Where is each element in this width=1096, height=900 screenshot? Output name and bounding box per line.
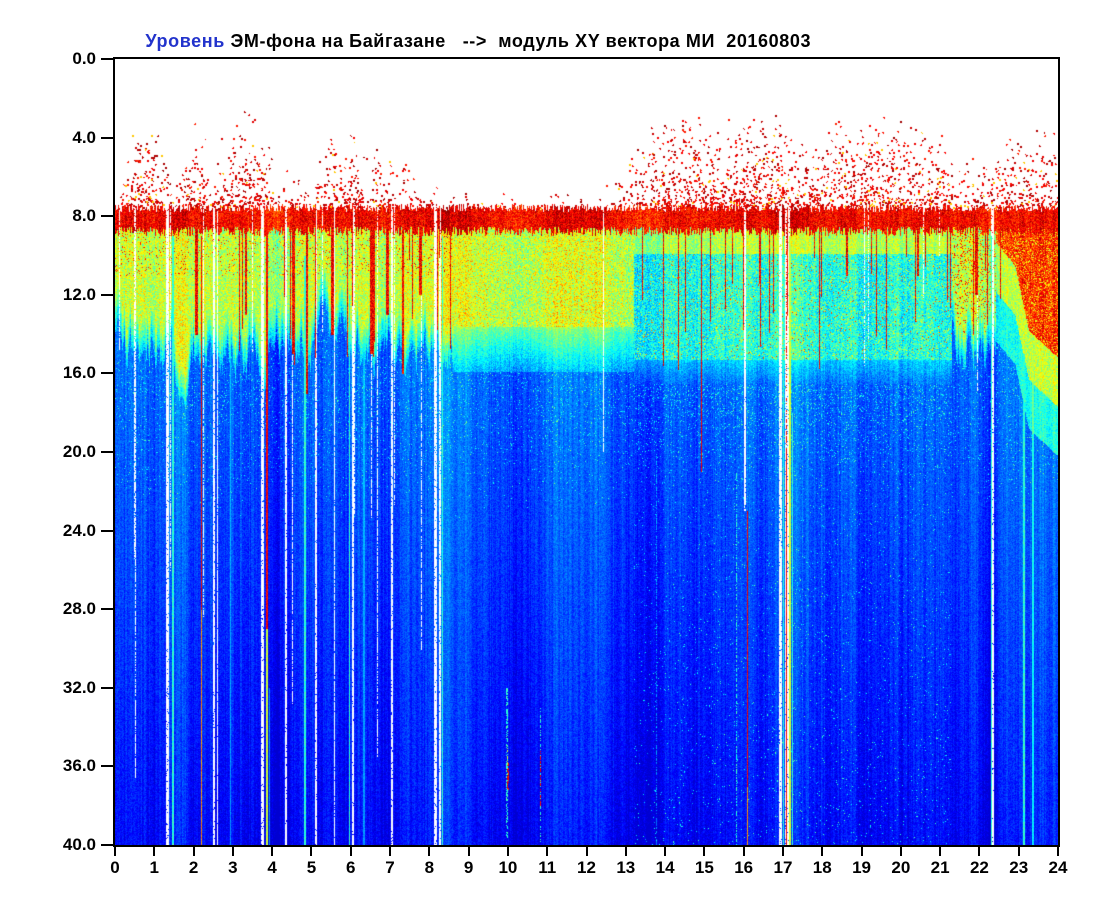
- x-axis-tick-label: 18: [812, 858, 832, 877]
- x-axis-tick-label: 11: [538, 858, 557, 877]
- x-axis-tick-label: 19: [852, 858, 871, 877]
- x-axis-tick-label: 20: [891, 858, 911, 877]
- x-axis-tick: [1057, 847, 1059, 856]
- x-axis-tick-label: 12: [577, 858, 596, 877]
- x-axis-tick: [192, 847, 195, 856]
- x-axis-tick: [153, 847, 156, 856]
- y-axis-tick-label: 20.0: [62, 442, 96, 461]
- x-axis-tick-label: 23: [1009, 858, 1029, 877]
- y-axis-tick-label: 40.0: [62, 835, 96, 854]
- y-axis-tick: [101, 293, 113, 296]
- y-axis-tick-label: 0.0: [72, 49, 96, 68]
- x-axis-tick-label: 17: [773, 858, 793, 877]
- x-axis-tick: [546, 847, 549, 856]
- x-axis-tick-label: 4: [267, 858, 277, 877]
- x-axis-tick-label: 3: [228, 858, 238, 877]
- x-axis-tick-label: 9: [463, 858, 474, 877]
- y-axis-tick: [101, 608, 113, 611]
- y-axis-tick: [101, 529, 113, 532]
- x-axis-tick: [978, 847, 981, 856]
- y-axis-tick: [101, 765, 113, 768]
- x-axis-tick: [310, 847, 313, 856]
- y-axis-tick-label: 4.0: [72, 127, 96, 147]
- x-axis-tick: [114, 847, 116, 856]
- spectrogram-canvas: [115, 59, 1058, 845]
- x-axis-tick-label: 6: [346, 858, 356, 877]
- x-axis-tick-label: 8: [424, 858, 435, 877]
- chart-title-word1: Уровень: [145, 31, 225, 51]
- x-axis-tick-label: 22: [969, 858, 989, 877]
- x-axis-tick: [389, 847, 392, 856]
- page-root: Уровень ЭМ-фона на Байгазане --> модуль …: [0, 0, 1096, 900]
- x-axis-tick-label: 24: [1048, 858, 1068, 877]
- x-axis-tick: [231, 847, 234, 856]
- x-axis-tick: [781, 847, 784, 856]
- x-axis-tick: [939, 847, 942, 856]
- y-axis-tick: [101, 844, 113, 846]
- y-axis-tick-label: 24.0: [62, 520, 96, 540]
- x-axis-tick: [271, 847, 274, 856]
- x-axis-tick: [349, 847, 352, 856]
- x-axis-tick: [821, 847, 824, 856]
- y-axis-tick: [101, 451, 113, 453]
- y-axis-tick: [101, 136, 113, 139]
- x-axis-tick: [506, 847, 509, 856]
- y-axis-tick-label: 16.0: [62, 363, 96, 383]
- x-axis-tick-label: 2: [188, 858, 199, 877]
- x-axis-tick-label: 7: [385, 858, 395, 877]
- x-axis-tick: [742, 847, 745, 856]
- x-axis-tick: [664, 847, 667, 856]
- x-axis-tick-label: 1: [149, 858, 160, 877]
- chart-title-rest: ЭМ-фона на Байгазане --> модуль XY векто…: [224, 31, 812, 51]
- x-axis-tick: [428, 847, 431, 856]
- y-axis-tick-label: 32.0: [62, 677, 96, 697]
- x-axis-tick: [1017, 847, 1020, 856]
- x-axis-tick: [899, 847, 902, 856]
- y-axis-tick-label: 8.0: [72, 206, 96, 226]
- x-axis-tick-label: 10: [498, 858, 518, 877]
- y-axis-tick-label: 28.0: [62, 599, 96, 619]
- x-axis-tick: [467, 847, 470, 856]
- x-axis-tick-label: 5: [306, 858, 317, 877]
- x-axis-tick-label: 13: [616, 858, 636, 877]
- y-axis-tick: [101, 686, 113, 689]
- y-axis-tick: [101, 372, 113, 375]
- y-axis-tick-label: 12.0: [62, 284, 96, 304]
- x-axis-tick: [703, 847, 706, 856]
- x-axis-tick-label: 0: [110, 858, 120, 877]
- x-axis-tick-label: 21: [930, 858, 950, 877]
- x-axis-tick-label: 14: [655, 858, 675, 877]
- x-axis-tick: [860, 847, 863, 856]
- x-axis-tick: [585, 847, 588, 856]
- y-axis-tick: [101, 215, 113, 218]
- x-axis-tick-label: 15: [694, 858, 714, 877]
- x-axis-tick-label: 16: [734, 858, 754, 877]
- y-axis-tick-label: 36.0: [62, 756, 96, 776]
- x-axis-tick: [624, 847, 627, 856]
- y-axis-tick: [101, 58, 113, 60]
